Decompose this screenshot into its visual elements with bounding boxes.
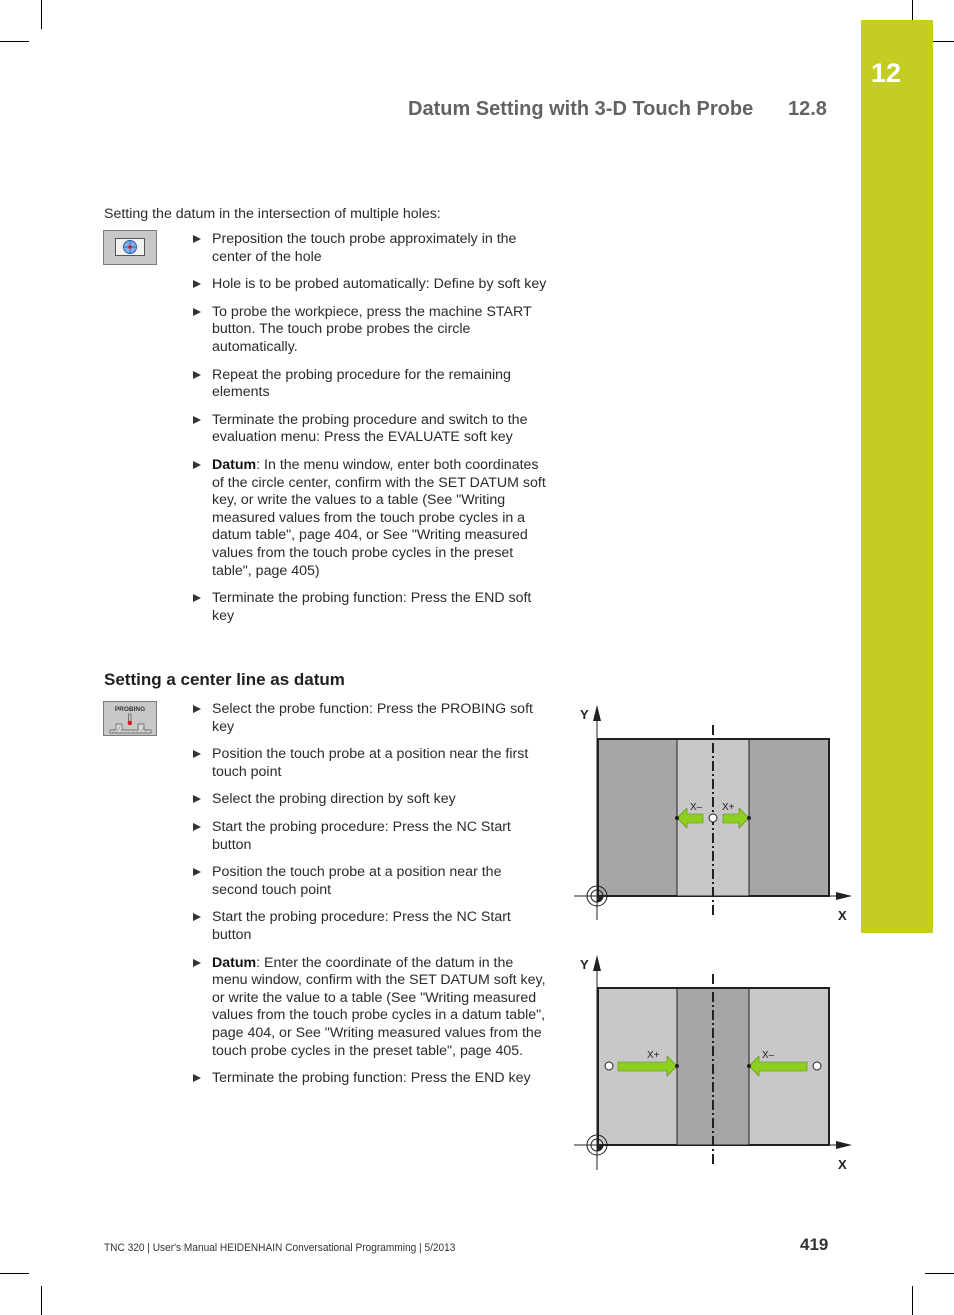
probe-start-position	[708, 813, 718, 823]
step-text: To probe the workpiece, press the machin…	[212, 303, 532, 355]
step-item: Terminate the probing function: Press th…	[190, 590, 550, 625]
triangle-bullet-icon	[193, 307, 201, 316]
step-text: Select the probing direction by soft key	[212, 791, 456, 808]
step-item: Select the probe function: Press the PRO…	[190, 701, 550, 736]
step-text: Terminate the probing function: Press th…	[212, 1070, 531, 1087]
step-item: Position the touch probe at a position n…	[190, 746, 550, 781]
triangle-bullet-icon	[193, 280, 201, 289]
section-number: 12.8	[788, 98, 827, 120]
step-text: Terminate the probing procedure and swit…	[212, 411, 528, 446]
steps-list-multiple-holes: Preposition the touch probe approximatel…	[190, 231, 550, 635]
step-item: To probe the workpiece, press the machin…	[190, 304, 550, 357]
step-text: Position the touch probe at a position n…	[212, 746, 529, 780]
y-axis-label: Y	[580, 957, 589, 972]
section-heading: Setting a center line as datum	[104, 670, 345, 689]
center-line-diagram-outward: Y X X– X+	[574, 705, 852, 923]
step-text: : Enter the coordinate of the datum in t…	[212, 954, 546, 1059]
step-item: Select the probing direction by soft key	[190, 791, 550, 809]
step-item: Datum: Enter the coordinate of the datum…	[190, 955, 550, 1061]
step-text: Repeat the probing procedure for the rem…	[212, 366, 511, 401]
touch-point	[747, 1064, 751, 1068]
triangle-bullet-icon	[193, 868, 201, 877]
triangle-bullet-icon	[193, 370, 201, 379]
triangle-bullet-icon	[193, 235, 201, 243]
probing-softkey-icon: PROBING	[109, 706, 152, 734]
step-item: Position the touch probe at a position n…	[190, 864, 550, 899]
center-line-diagram-inward: Y X X+ X–	[574, 955, 852, 1172]
triangle-bullet-icon	[193, 705, 201, 713]
x-axis-arrow-icon	[836, 1141, 852, 1149]
triangle-bullet-icon	[193, 913, 201, 922]
x-axis-arrow-icon	[836, 892, 852, 900]
touch-point	[675, 1064, 679, 1068]
step-item: Start the probing procedure: Press the N…	[190, 909, 550, 944]
step-text: Position the touch probe at a position n…	[212, 864, 502, 898]
x-axis-label: X	[838, 1157, 847, 1172]
step-keyword: Datum	[212, 456, 257, 473]
crop-mark	[933, 41, 954, 42]
steps-list-center-line: Select the probe function: Press the PRO…	[190, 701, 550, 1098]
crop-mark	[41, 0, 42, 29]
arrow-label-x-plus: X+	[647, 1050, 660, 1061]
chapter-number: 12	[871, 58, 902, 88]
triangle-bullet-icon	[193, 415, 201, 424]
triangle-bullet-icon	[193, 750, 201, 759]
crop-mark	[0, 41, 29, 42]
circle-probe-softkey	[103, 230, 157, 265]
step-text: Start the probing procedure: Press the N…	[212, 818, 511, 853]
triangle-bullet-icon	[193, 795, 201, 804]
intro-text: Setting the datum in the intersection of…	[104, 206, 441, 222]
x-axis-label: X	[838, 908, 847, 923]
circle-probe-icon	[123, 240, 137, 254]
step-item: Terminate the probing function: Press th…	[190, 1070, 550, 1088]
footer-text: TNC 320 | User's Manual HEIDENHAIN Conve…	[104, 1242, 456, 1254]
step-text: Preposition the touch probe approximatel…	[212, 231, 517, 265]
step-item: Terminate the probing procedure and swit…	[190, 412, 550, 447]
y-axis-arrow-icon	[593, 955, 601, 971]
step-item: Preposition the touch probe approximatel…	[190, 231, 550, 266]
crop-mark	[912, 0, 913, 21]
crop-mark	[41, 1286, 42, 1315]
triangle-bullet-icon	[193, 958, 201, 967]
step-text: Terminate the probing function: Press th…	[212, 590, 532, 624]
step-item: Repeat the probing procedure for the rem…	[190, 367, 550, 402]
probing-softkey: PROBING	[103, 701, 157, 736]
crop-mark	[0, 1273, 29, 1274]
probing-softkey-label: PROBING	[115, 706, 145, 713]
page-number: 419	[800, 1235, 829, 1254]
step-text: : In the menu window, enter both coordin…	[212, 456, 546, 579]
triangle-bullet-icon	[193, 460, 201, 469]
softkey-frame	[115, 238, 145, 256]
touch-point	[747, 816, 751, 820]
section-title: Datum Setting with 3-D Touch Probe	[408, 98, 754, 120]
y-axis-label: Y	[580, 707, 589, 722]
crop-mark	[912, 1286, 913, 1315]
step-item: Start the probing procedure: Press the N…	[190, 819, 550, 854]
step-item: Datum: In the menu window, enter both co…	[190, 457, 550, 580]
step-text: Start the probing procedure: Press the N…	[212, 909, 511, 943]
touch-point	[675, 816, 679, 820]
chapter-tab	[861, 20, 933, 933]
arrow-label-x-minus: X–	[762, 1050, 775, 1061]
step-keyword: Datum	[212, 954, 257, 971]
probe-start-position	[812, 1061, 822, 1071]
y-axis-arrow-icon	[593, 705, 601, 721]
triangle-bullet-icon	[193, 1074, 201, 1083]
step-text: Hole is to be probed automatically: Defi…	[212, 276, 547, 293]
triangle-bullet-icon	[193, 822, 201, 831]
arrow-label-x-plus: X+	[722, 802, 735, 813]
step-item: Hole is to be probed automatically: Defi…	[190, 276, 550, 294]
crop-mark	[925, 1273, 954, 1274]
step-text: Select the probe function: Press the PRO…	[212, 701, 533, 735]
arrow-label-x-minus: X–	[690, 802, 703, 813]
probe-start-position	[604, 1061, 614, 1071]
triangle-bullet-icon	[193, 594, 201, 603]
